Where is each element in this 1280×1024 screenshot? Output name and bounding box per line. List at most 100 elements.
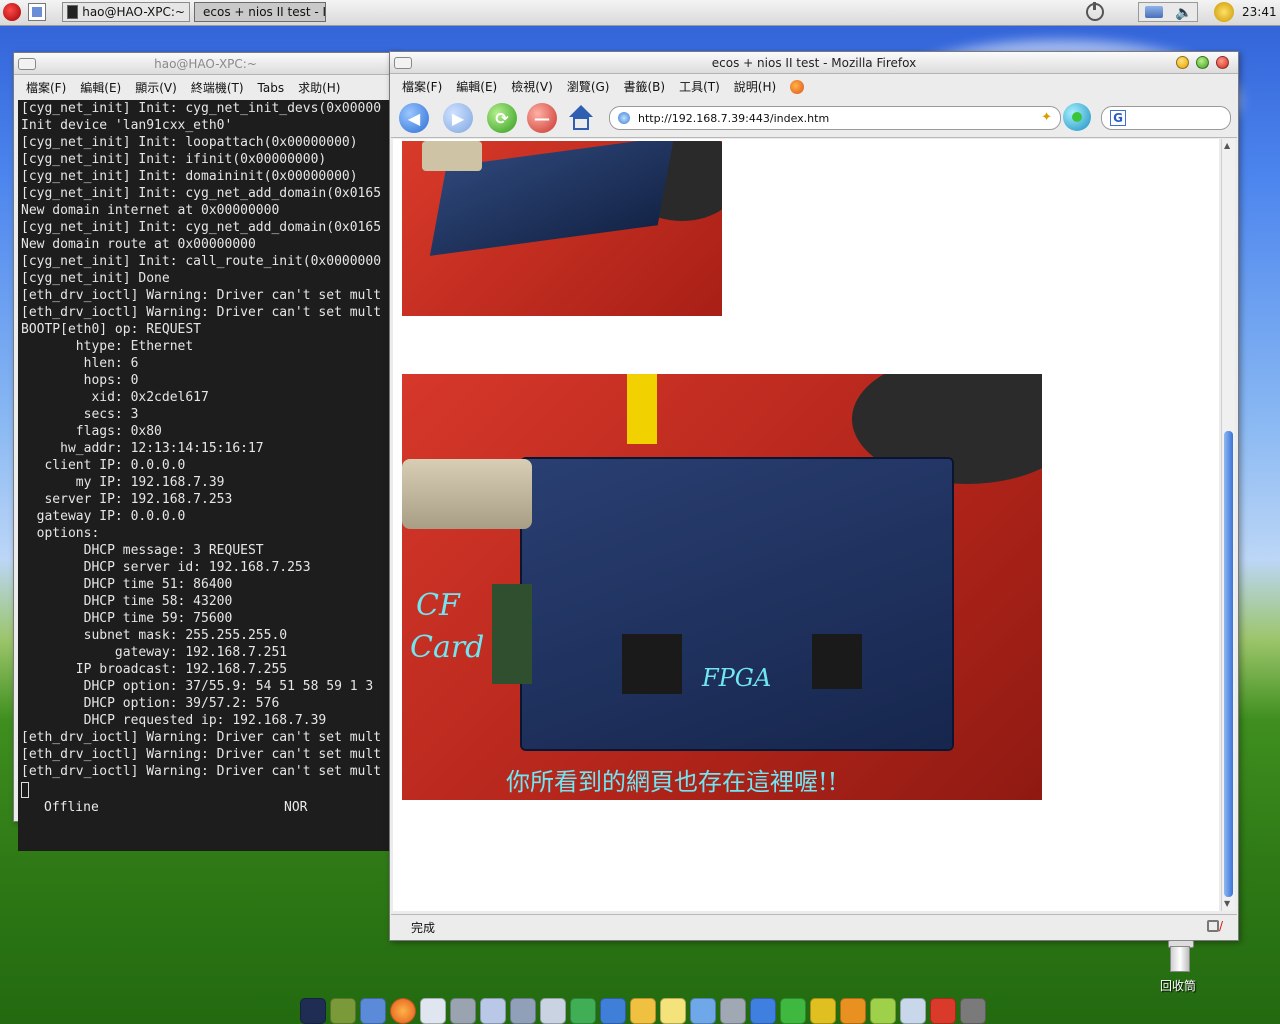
magnifier-icon[interactable] [480,998,506,1024]
box-icon[interactable] [360,998,386,1024]
trash-icon[interactable] [1165,940,1195,974]
window-menu-icon[interactable] [18,58,36,70]
minimize-button[interactable] [1176,56,1189,69]
terminal-line: DHCP message: 3 REQUEST [21,543,264,558]
menu-go[interactable]: 瀏覽(G) [567,78,610,95]
page-scrollbar[interactable]: ▲ ▼ [1221,139,1235,911]
maximize-button[interactable] [1196,56,1209,69]
terminal-line: [eth_drv_ioctl] Warning: Driver can't se… [21,764,382,779]
search-globe-icon[interactable] [690,998,716,1024]
terminal-line: htype: Ethernet [21,339,194,354]
scroll-thumb[interactable] [1224,431,1233,897]
menu-file[interactable]: 檔案(F) [402,78,442,95]
office-calc-icon[interactable] [780,998,806,1024]
menu-bookmarks[interactable]: 書籤(B) [623,78,665,95]
panel-clock[interactable]: 23:41 [1242,5,1277,19]
network-globe-icon[interactable] [600,998,626,1024]
terminal-icon[interactable] [300,998,326,1024]
google-icon: G [1110,110,1126,126]
reload-icon[interactable]: ⟳ [487,103,517,133]
laptop-icon[interactable] [510,998,536,1024]
annotation-caption: 你所看到的網頁也存在這裡喔!! [506,768,838,796]
menu-edit[interactable]: 編輯(E) [80,79,121,96]
terminal-line: New domain internet at 0x00000000 [21,203,280,218]
search-input[interactable]: G [1101,106,1231,130]
firefox-menubar: 檔案(F) 編輯(E) 檢視(V) 瀏覽(G) 書籤(B) 工具(T) 說明(H… [390,76,1238,97]
printer-icon[interactable] [540,998,566,1024]
annotation-cf: CF [416,588,460,623]
terminal-icon [67,5,79,19]
menu-terminal[interactable]: 終端機(T) [191,79,244,96]
menu-view[interactable]: 顯示(V) [135,79,177,96]
throbber-icon [790,79,805,94]
task-terminal[interactable]: hao@HAO-XPC:~ [62,2,190,22]
page-icon [618,112,630,124]
terminal-line: server IP: 192.168.7.253 [21,492,233,507]
terminal-line: [eth_drv_ioctl] Warning: Driver can't se… [21,305,382,320]
power-icon[interactable] [1086,2,1104,21]
window-menu-icon[interactable] [394,57,412,69]
terminal-titlebar[interactable]: hao@HAO-XPC:~ [14,53,397,75]
security-broken-icon: / [1218,919,1223,933]
books-icon[interactable] [330,998,356,1024]
menu-edit[interactable]: 編輯(E) [456,78,497,95]
menu-view[interactable]: 檢視(V) [511,78,553,95]
terminal-line: client IP: 0.0.0.0 [21,458,186,473]
volume-icon[interactable]: 🔈 [1175,5,1192,21]
terminal-line: DHCP time 58: 43200 [21,594,233,609]
terminal-line: subnet mask: 255.255.255.0 [21,628,288,643]
bottom-dock [300,990,1000,1024]
terminal-title: hao@HAO-XPC:~ [154,56,257,71]
forward-arrow-icon[interactable]: ▶ [443,103,473,133]
terminal-line: DHCP time 51: 86400 [21,577,233,592]
close-button[interactable] [1216,56,1229,69]
page-content[interactable]: CF Card FPGA 你所看到的網頁也存在這裡喔!! [393,139,1219,911]
show-desktop-icon[interactable] [28,3,46,21]
office-impress-icon[interactable] [840,998,866,1024]
go-icon[interactable] [1063,103,1091,131]
recycle-icon[interactable] [570,998,596,1024]
annotation-fpga: FPGA [702,664,772,692]
update-notifier-icon[interactable] [1214,2,1234,22]
scroll-down-arrow[interactable]: ▼ [1224,899,1230,908]
menu-file[interactable]: 檔案(F) [26,79,66,96]
calculator-icon[interactable] [960,998,986,1024]
scroll-up-arrow[interactable]: ▲ [1224,141,1230,150]
terminal-line: New domain route at 0x00000000 [21,237,256,252]
bookmark-star-icon[interactable]: ✦ [1041,110,1052,125]
java-editor-icon[interactable] [630,998,656,1024]
terminal-line: secs: 3 [21,407,139,422]
pdf-icon[interactable] [930,998,956,1024]
photo-ethernet-jack [627,374,657,444]
firefox-titlebar[interactable]: ecos + nios II test - Mozilla Firefox [390,52,1238,74]
terminal-cursor [21,782,29,798]
stop-icon[interactable]: — [527,103,557,133]
url-bar[interactable]: http://192.168.7.39:443/index.htm ✦ [609,106,1061,130]
task-firefox[interactable]: ecos + nios II test - I [194,2,326,22]
back-arrow-icon[interactable]: ◀ [399,103,429,133]
tools-icon[interactable] [720,998,746,1024]
task-firefox-label: ecos + nios II test - I [203,5,326,19]
menu-tabs[interactable]: Tabs [258,81,285,95]
office-base-icon[interactable] [870,998,896,1024]
apple-icon[interactable] [450,998,476,1024]
home-icon[interactable] [567,105,595,131]
firefox-icon[interactable] [390,998,416,1024]
office-writer-icon[interactable] [750,998,776,1024]
menu-help[interactable]: 說明(H) [734,78,776,95]
menu-tools[interactable]: 工具(T) [679,78,720,95]
firefox-window: ecos + nios II test - Mozilla Firefox 檔案… [389,51,1239,941]
terminal-output[interactable]: [cyg_net_init] Init: cyg_net_init_devs(0… [18,100,390,851]
terminal-line: hops: 0 [21,373,139,388]
photo-chip [812,634,862,689]
office-draw-icon[interactable] [810,998,836,1024]
menu-help[interactable]: 求助(H) [298,79,340,96]
main-menu-redhat-icon[interactable] [3,3,21,21]
cvs-icon[interactable] [660,998,686,1024]
terminal-line: [cyg_net_init] Init: domaininit(0x000000… [21,169,358,184]
mail-icon[interactable] [900,998,926,1024]
system-monitor-icon[interactable] [420,998,446,1024]
terminal-line: DHCP option: 39/57.2: 576 [21,696,280,711]
network-icon[interactable] [1145,6,1163,18]
terminal-menubar: 檔案(F) 編輯(E) 顯示(V) 終端機(T) Tabs 求助(H) [14,77,397,98]
